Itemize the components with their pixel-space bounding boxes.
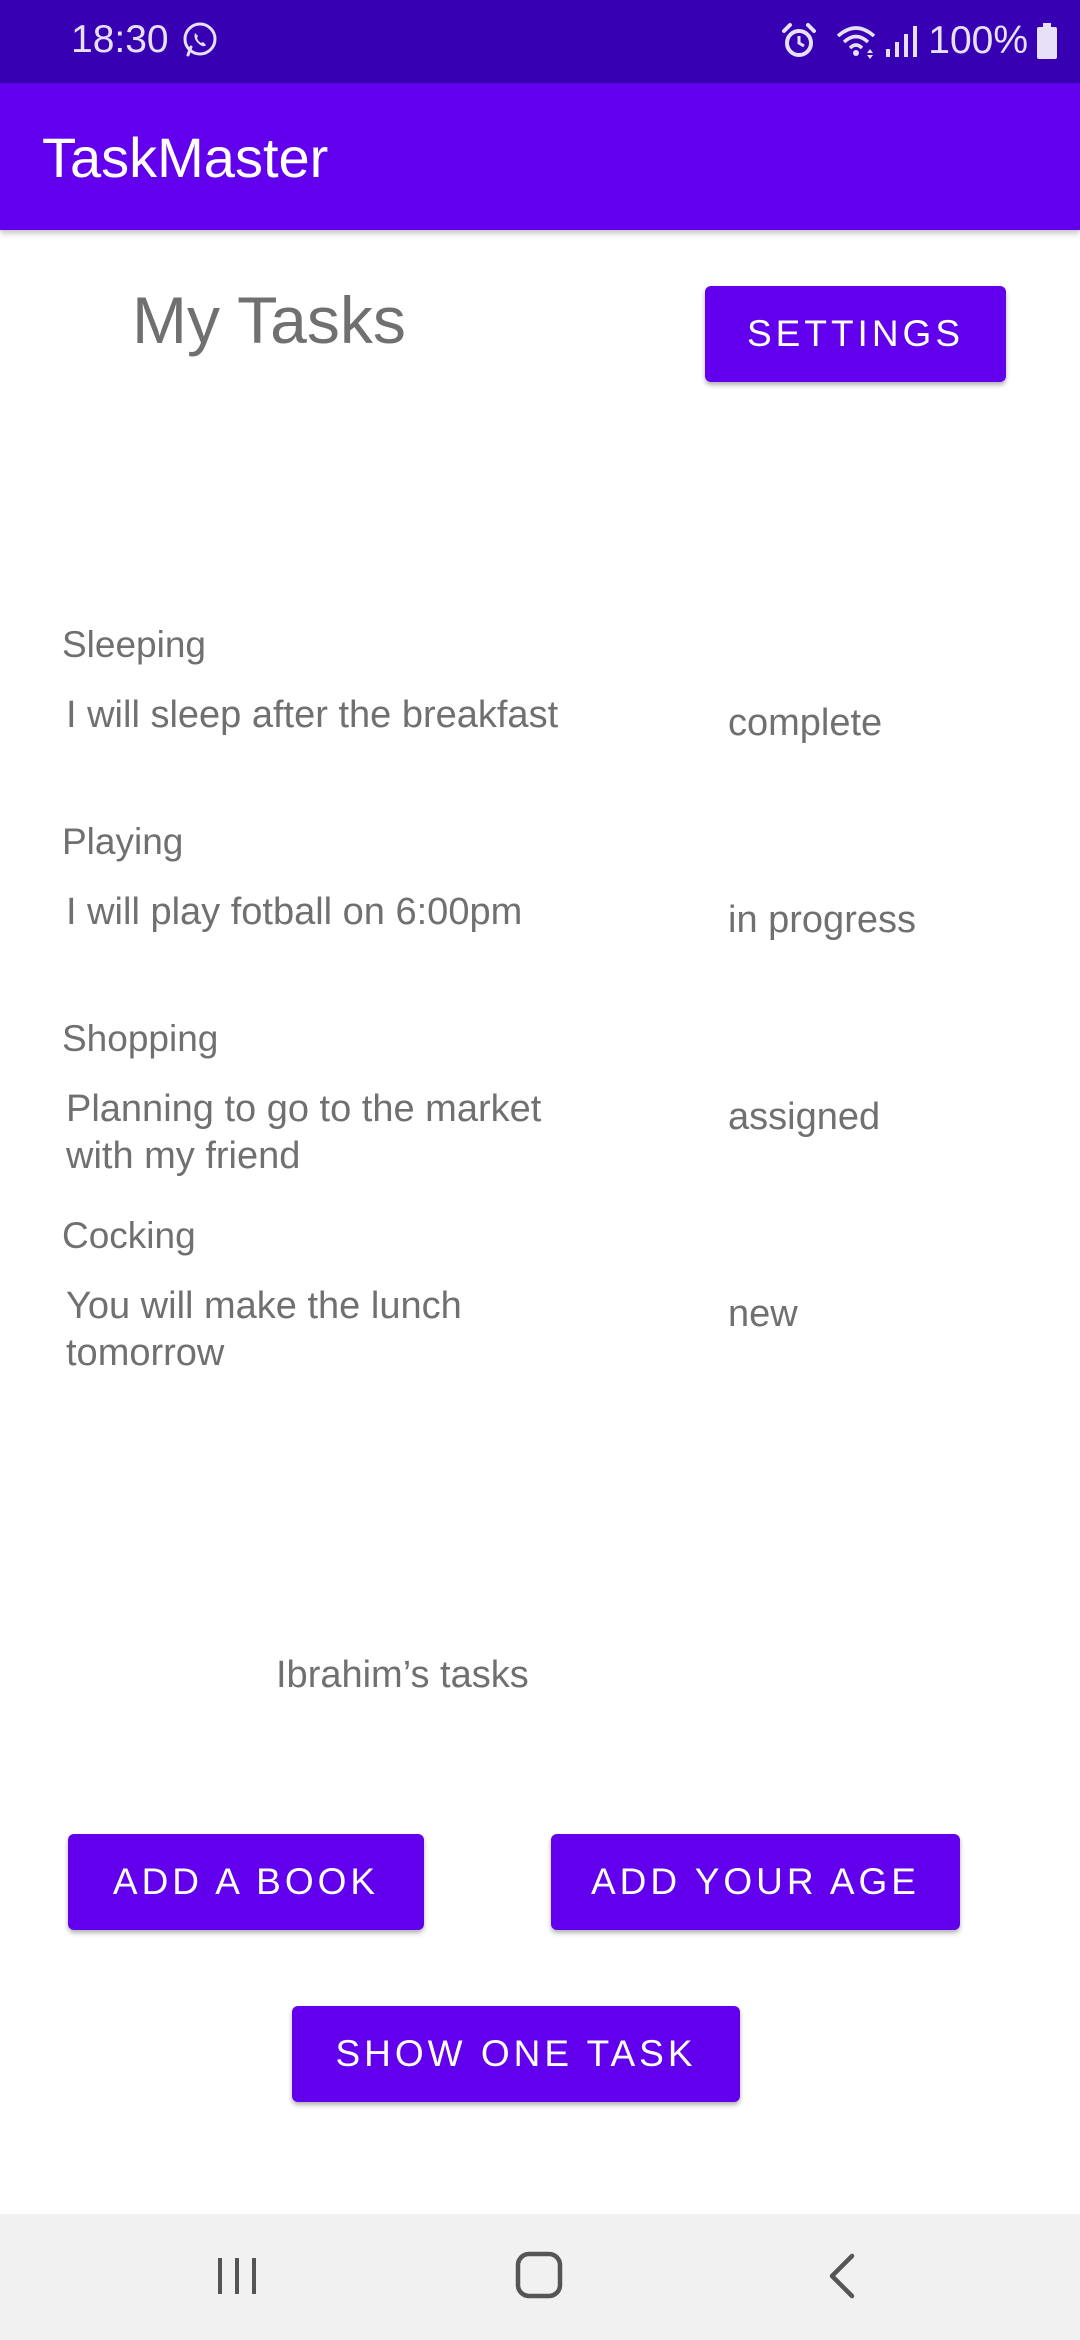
task-state: in progress bbox=[728, 899, 916, 941]
task-title: Playing bbox=[62, 821, 184, 862]
battery-percent: 100% bbox=[928, 19, 1028, 62]
task-state: complete bbox=[728, 702, 883, 744]
recents-icon[interactable] bbox=[212, 2248, 262, 2304]
status-time: 18:30 bbox=[71, 18, 169, 61]
task-body: I will sleep after the breakfast bbox=[66, 694, 559, 736]
app-title: TaskMaster bbox=[42, 126, 329, 189]
signal-icon bbox=[886, 26, 918, 57]
home-icon[interactable] bbox=[514, 2250, 564, 2300]
task-body: Planning to go to the market with my fri… bbox=[66, 1088, 542, 1177]
screen: 18:30 100% TaskMaster My Tasks SETTINGS … bbox=[0, 0, 1080, 2340]
back-icon[interactable] bbox=[818, 2250, 868, 2302]
navigation-bar bbox=[0, 2214, 1080, 2340]
whatsapp-icon bbox=[183, 22, 217, 57]
task-title: Cocking bbox=[62, 1215, 196, 1256]
battery-icon bbox=[1037, 23, 1057, 59]
task-item[interactable]: Playing I will play fotball on 6:00pm in… bbox=[0, 809, 1080, 1006]
page-title: My Tasks bbox=[132, 283, 406, 357]
status-bar: 18:30 100% bbox=[0, 0, 1080, 83]
task-title: Sleeping bbox=[62, 624, 207, 665]
show-one-task-button[interactable]: SHOW ONE TASK bbox=[292, 2006, 740, 2102]
alarm-icon bbox=[782, 23, 817, 57]
task-item[interactable]: Sleeping I will sleep after the breakfas… bbox=[0, 612, 1080, 809]
task-title: Shopping bbox=[62, 1018, 219, 1059]
task-item[interactable]: Shopping Planning to go to the market wi… bbox=[0, 1006, 1080, 1203]
task-body: I will play fotball on 6:00pm bbox=[66, 891, 523, 933]
owner-label: Ibrahim’s tasks bbox=[276, 1654, 529, 1696]
task-body: You will make the lunch tomorrow bbox=[66, 1285, 462, 1374]
app-bar: TaskMaster bbox=[0, 83, 1080, 230]
add-book-button[interactable]: ADD A BOOK bbox=[68, 1834, 424, 1930]
wifi-icon bbox=[837, 26, 876, 59]
settings-button[interactable]: SETTINGS bbox=[705, 286, 1006, 382]
add-age-button[interactable]: ADD YOUR AGE bbox=[551, 1834, 960, 1930]
task-state: assigned bbox=[728, 1096, 881, 1138]
task-item[interactable]: Cocking You will make the lunch tomorrow… bbox=[0, 1203, 1080, 1400]
task-state: new bbox=[728, 1293, 798, 1335]
status-icons: 100% bbox=[780, 16, 1058, 66]
